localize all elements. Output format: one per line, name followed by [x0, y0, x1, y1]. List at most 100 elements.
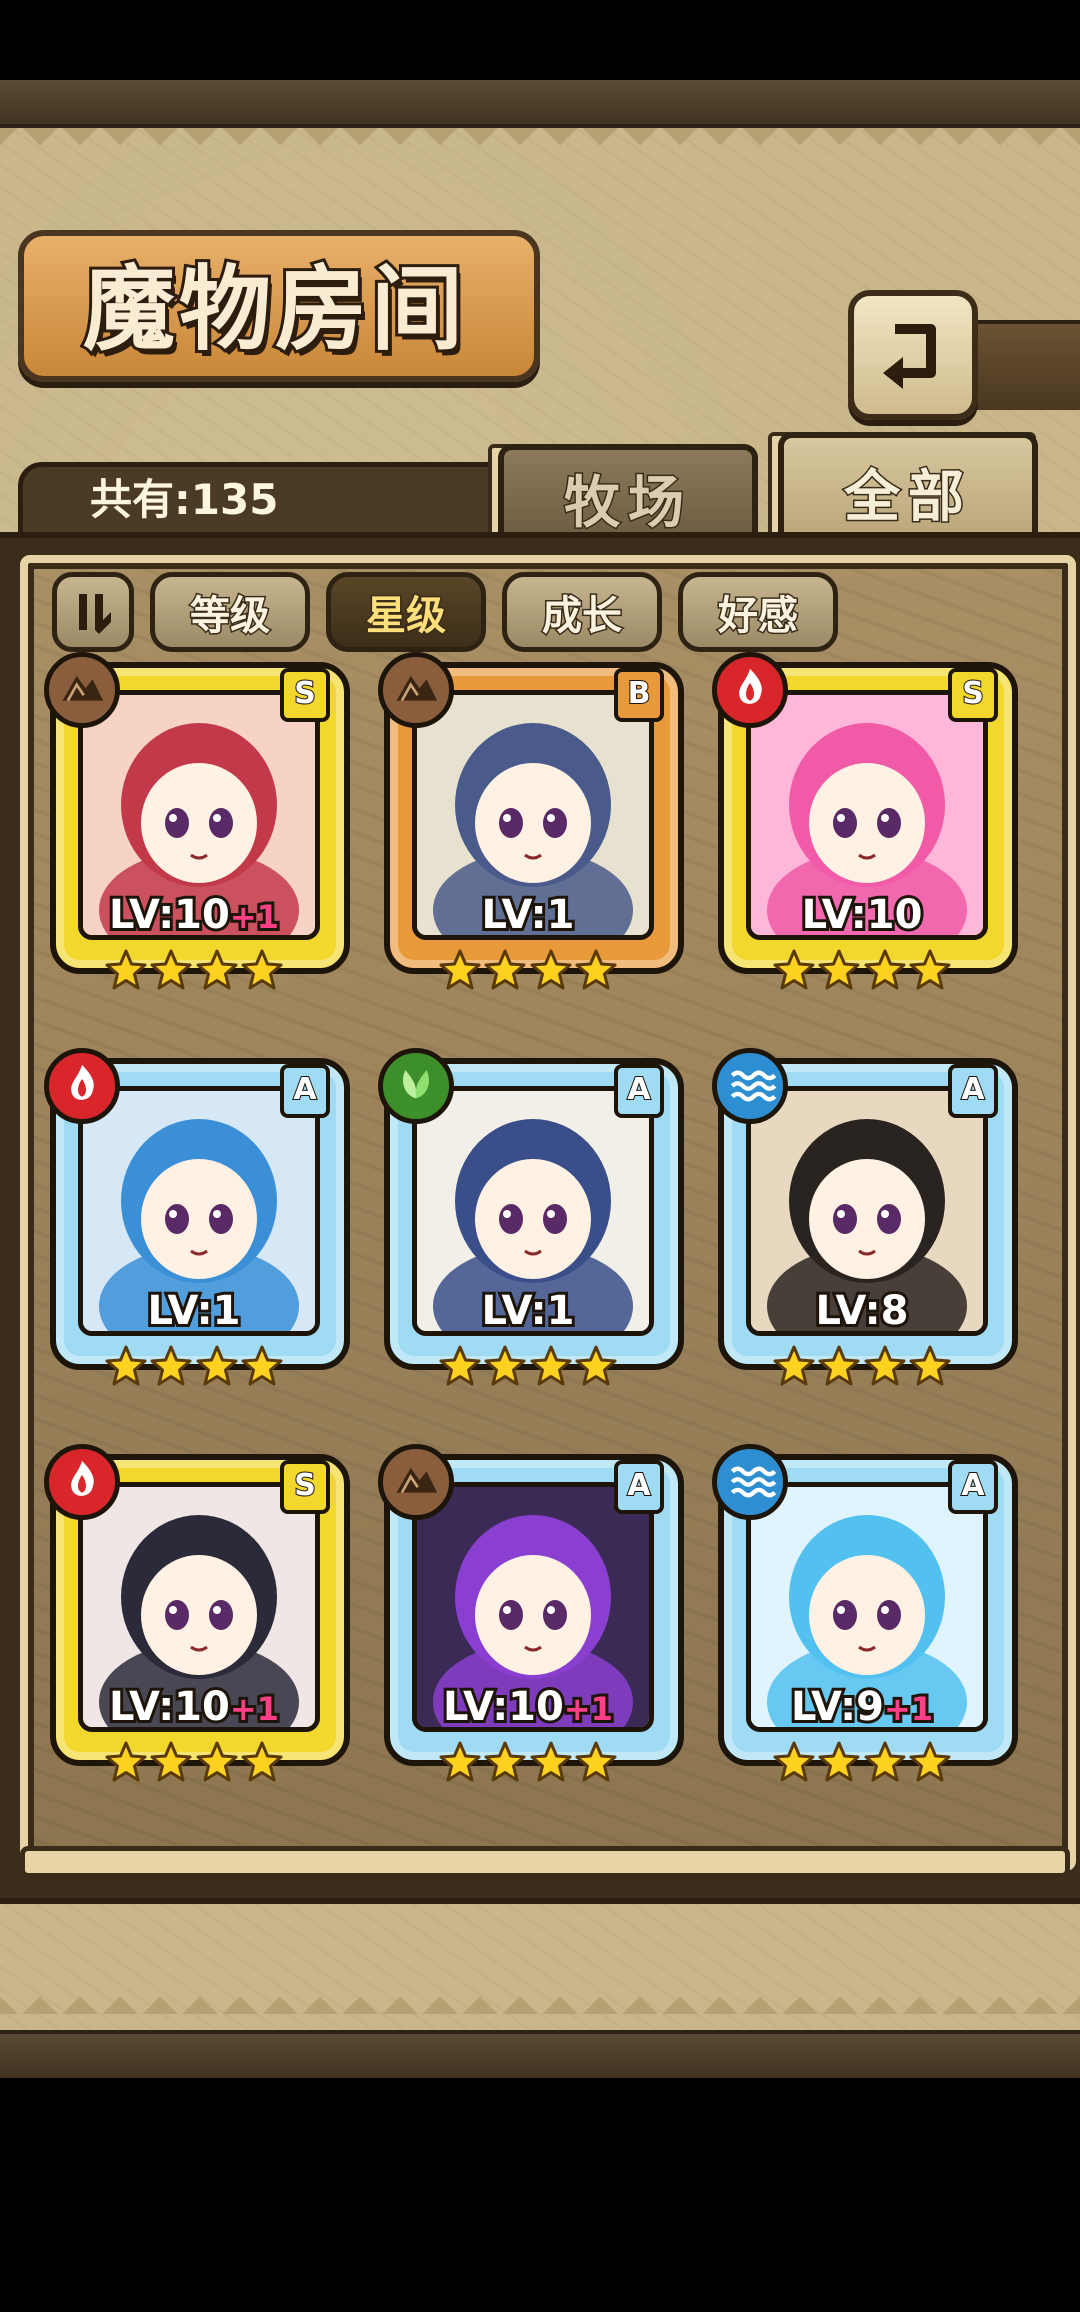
level-bonus: +1 — [881, 1687, 936, 1731]
star-icon — [483, 948, 527, 992]
star-icon — [104, 1344, 148, 1388]
star-rating — [104, 948, 284, 998]
monster-card[interactable]: A LV:10+1 — [378, 1444, 684, 1796]
rank-badge: A — [280, 1064, 330, 1118]
star-rating — [772, 948, 952, 998]
level-text: LV:1 — [479, 1285, 578, 1337]
star-icon — [149, 948, 193, 992]
star-icon — [240, 1344, 284, 1388]
star-icon — [772, 1344, 816, 1388]
fire-element-icon — [712, 652, 788, 728]
rank-badge: A — [948, 1064, 998, 1118]
water-element-icon — [712, 1444, 788, 1520]
monster-level: LV:10+1 — [84, 889, 304, 941]
earth-element-icon — [378, 1444, 454, 1520]
monster-level: LV:8 — [752, 1285, 972, 1337]
star-rating — [438, 1344, 618, 1394]
bottom-border — [0, 2030, 1080, 2078]
monster-level: LV:10 — [752, 889, 972, 941]
sort-toggle-button[interactable] — [52, 572, 134, 652]
sort-star-button[interactable]: 星级 — [326, 572, 486, 652]
fire-element-icon — [44, 1048, 120, 1124]
tab-all[interactable]: 全部 — [778, 432, 1038, 546]
sort-growth-button[interactable]: 成长 — [502, 572, 662, 652]
monster-card[interactable]: S LV:10+1 — [44, 1444, 350, 1796]
rank-badge: A — [614, 1064, 664, 1118]
level-bonus: +1 — [227, 1687, 282, 1731]
level-text: LV:9 — [788, 1681, 887, 1733]
sort-affection-button[interactable]: 好感 — [678, 572, 838, 652]
rank-badge: S — [280, 668, 330, 722]
star-icon — [240, 1740, 284, 1784]
tab-ranch[interactable]: 牧场 — [498, 444, 758, 546]
monster-level: LV:9+1 — [752, 1681, 972, 1733]
star-icon — [438, 1740, 482, 1784]
star-icon — [195, 1740, 239, 1784]
total-count: 共有:135 — [90, 475, 279, 524]
star-icon — [908, 1344, 952, 1388]
star-icon — [104, 948, 148, 992]
star-icon — [149, 1344, 193, 1388]
monster-level: LV:1 — [418, 1285, 638, 1337]
rank-badge: S — [280, 1460, 330, 1514]
star-icon — [529, 1740, 573, 1784]
monster-card[interactable]: A LV:9+1 — [712, 1444, 1018, 1796]
bottom-zigzag-border — [0, 1984, 1080, 2014]
star-rating — [438, 948, 618, 998]
star-rating — [772, 1344, 952, 1394]
level-text: LV:1 — [479, 889, 578, 941]
star-icon — [863, 1344, 907, 1388]
monster-level: LV:1 — [418, 889, 638, 941]
panel-bottom-rail — [20, 1846, 1070, 1878]
monster-card[interactable]: S LV:10 — [712, 652, 1018, 1004]
monster-card[interactable]: B LV:1 — [378, 652, 684, 1004]
rank-badge: B — [614, 668, 664, 722]
rank-badge: A — [614, 1460, 664, 1514]
earth-element-icon — [378, 652, 454, 728]
star-icon — [574, 948, 618, 992]
star-icon — [817, 1344, 861, 1388]
rank-badge: A — [948, 1460, 998, 1514]
level-text: LV:8 — [813, 1285, 912, 1337]
monster-card[interactable]: A LV:1 — [44, 1048, 350, 1400]
fire-element-icon — [44, 1444, 120, 1520]
star-icon — [863, 1740, 907, 1784]
star-icon — [574, 1344, 618, 1388]
level-bonus: +1 — [561, 1687, 616, 1731]
star-icon — [863, 948, 907, 992]
star-icon — [195, 948, 239, 992]
star-icon — [574, 1740, 618, 1784]
star-icon — [908, 1740, 952, 1784]
star-icon — [483, 1344, 527, 1388]
level-text: LV:10 — [799, 889, 926, 941]
star-icon — [240, 948, 284, 992]
back-arrow-icon — [883, 324, 936, 389]
star-icon — [529, 948, 573, 992]
monster-card[interactable]: A LV:8 — [712, 1048, 1018, 1400]
monster-card[interactable]: A LV:1 — [378, 1048, 684, 1400]
star-rating — [104, 1344, 284, 1394]
earth-element-icon — [44, 652, 120, 728]
monster-level: LV:1 — [84, 1285, 304, 1337]
water-element-icon — [712, 1048, 788, 1124]
star-icon — [104, 1740, 148, 1784]
back-button[interactable] — [848, 290, 978, 420]
monster-level: LV:10+1 — [418, 1681, 638, 1733]
rank-badge: S — [948, 668, 998, 722]
star-icon — [908, 948, 952, 992]
star-icon — [817, 948, 861, 992]
star-icon — [772, 1740, 816, 1784]
sort-level-button[interactable]: 等级 — [150, 572, 310, 652]
level-text: LV:10 — [106, 1681, 233, 1733]
sort-toggle-icon — [79, 594, 111, 634]
star-icon — [195, 1344, 239, 1388]
star-icon — [529, 1344, 573, 1388]
star-icon — [438, 1344, 482, 1388]
monster-card[interactable]: S LV:10+1 — [44, 652, 350, 1004]
level-text: LV:10 — [440, 1681, 567, 1733]
star-icon — [149, 1740, 193, 1784]
nature-element-icon — [378, 1048, 454, 1124]
star-rating — [772, 1740, 952, 1790]
star-icon — [438, 948, 482, 992]
level-text: LV:10 — [106, 889, 233, 941]
